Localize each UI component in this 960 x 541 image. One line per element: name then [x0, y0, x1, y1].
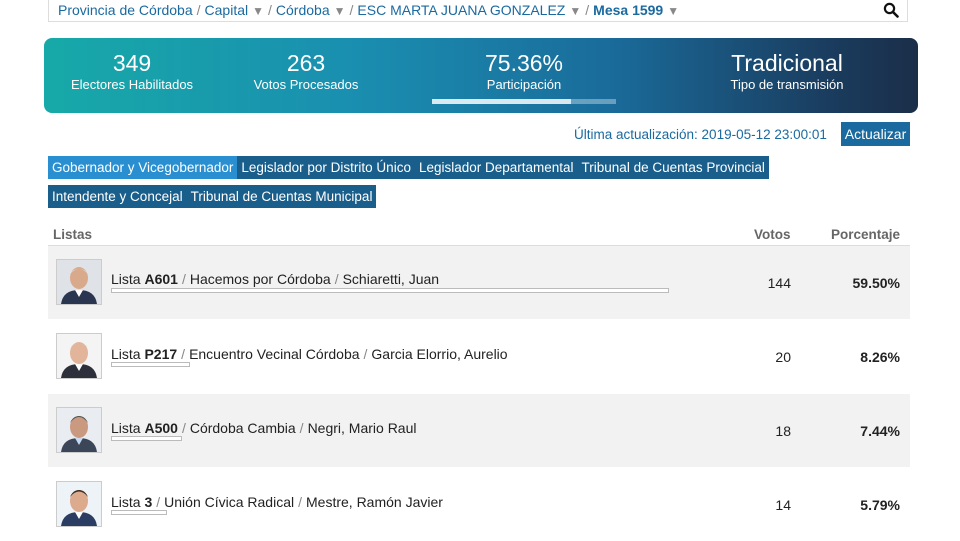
breadcrumb-separator: /: [349, 2, 354, 18]
breadcrumb-province[interactable]: Provincia de Córdoba: [58, 2, 193, 18]
list-prefix: Lista: [111, 271, 141, 287]
tab-tribunal-municipal[interactable]: Tribunal de Cuentas Municipal: [186, 185, 377, 208]
participacion-progress: [432, 99, 616, 104]
candidate-name: Garcia Elorrio, Aurelio: [371, 346, 508, 362]
breadcrumb-section[interactable]: Capital: [205, 2, 249, 18]
candidate-name: Schiaretti, Juan: [342, 271, 440, 287]
votes-count: 20: [775, 349, 791, 365]
electores-stat: 349 Electores Habilitados: [66, 50, 198, 93]
chevron-down-icon[interactable]: ▼: [667, 4, 679, 18]
tab-row: Gobernador y Vicegobernador Legislador p…: [48, 156, 788, 185]
header-listas: Listas: [53, 227, 93, 242]
candidate-photo: [56, 259, 102, 305]
tab-row: Intendente y Concejal Tribunal de Cuenta…: [48, 185, 788, 214]
tab-gobernador[interactable]: Gobernador y Vicegobernador: [48, 156, 238, 179]
chevron-down-icon[interactable]: ▼: [252, 4, 264, 18]
breadcrumb-circuit[interactable]: Córdoba: [276, 2, 330, 18]
vote-share-bar: [111, 436, 182, 441]
participacion-stat: 75.36% Participación: [454, 50, 594, 93]
electores-label: Electores Habilitados: [70, 77, 194, 92]
participacion-progress-fill: [432, 99, 571, 104]
participacion-value: 75.36%: [484, 50, 563, 76]
breadcrumb-mesa[interactable]: Mesa 1599: [593, 2, 663, 18]
list-label: Lista P217/Encuentro Vecinal Córdoba / Gar…: [111, 346, 508, 362]
tab-legislador-distrito[interactable]: Legislador por Distrito Único: [237, 156, 415, 179]
vote-share-bar: [111, 362, 190, 367]
table-row: Lista A500/Córdoba Cambia / Negri, Mario R…: [48, 394, 910, 467]
list-code: P217: [144, 346, 178, 362]
list-prefix: Lista: [111, 420, 141, 436]
votes-count: 14: [775, 497, 791, 513]
party-name: Unión Cívica Radical: [164, 494, 295, 510]
party-name: Hacemos por Córdoba: [189, 271, 331, 287]
table-row: Lista A601/Hacemos por Córdoba / Schiarett…: [48, 246, 910, 319]
list-prefix: Lista: [111, 346, 141, 362]
candidate-photo: [56, 481, 102, 527]
list-code: A601: [144, 271, 178, 287]
tab-tribunal-provincial[interactable]: Tribunal de Cuentas Provincial: [577, 156, 769, 179]
votos-label: Votos Procesados: [253, 77, 359, 92]
votos-value: 263: [286, 50, 326, 76]
list-code: A500: [144, 420, 178, 436]
candidate-name: Mestre, Ramón Javier: [306, 494, 443, 510]
votos-stat: 263 Votos Procesados: [244, 50, 368, 93]
vote-share-bar: [111, 288, 669, 293]
list-label: Lista A500/Córdoba Cambia / Negri, Mario R…: [111, 420, 417, 436]
party-name: Córdoba Cambia: [189, 420, 296, 436]
table-row: Lista P217/Encuentro Vecinal Córdoba / Gar…: [48, 320, 910, 393]
transmision-stat: Tradicional Tipo de transmisión: [712, 50, 862, 93]
breadcrumb: Provincia de Córdoba / Capital ▼ / Córdoba ▼ / E…: [58, 2, 679, 18]
list-prefix: Lista: [111, 494, 141, 510]
transmision-value: Tradicional: [731, 50, 843, 76]
tab-intendente[interactable]: Intendente y Concejal: [48, 185, 187, 208]
breadcrumb-school[interactable]: ESC MARTA JUANA GONZALEZ: [357, 2, 565, 18]
vote-percent: 7.44%: [860, 423, 900, 439]
header-votos: Votos: [754, 227, 791, 242]
chevron-down-icon[interactable]: ▼: [569, 4, 581, 18]
breadcrumb-bar: Provincia de Córdoba / Capital ▼ / Córdoba ▼ / E…: [48, 0, 908, 22]
list-label: Lista 3/Unión Cívica Radical / Mestre, Ram…: [111, 494, 443, 510]
election-tabs: Gobernador y Vicegobernador Legislador p…: [48, 156, 788, 214]
list-label: Lista A601/Hacemos por Córdoba / Schiarett…: [111, 271, 440, 287]
tab-legislador-departamental[interactable]: Legislador Departamental: [414, 156, 578, 179]
search-icon[interactable]: [883, 2, 899, 18]
candidate-name: Negri, Mario Raul: [307, 420, 417, 436]
vote-percent: 5.79%: [860, 497, 900, 513]
candidate-photo: [56, 333, 102, 379]
vote-share-bar: [111, 510, 167, 515]
chevron-down-icon[interactable]: ▼: [334, 4, 346, 18]
breadcrumb-separator: /: [268, 2, 272, 18]
breadcrumb-separator: /: [196, 2, 201, 18]
vote-percent: 8.26%: [860, 349, 900, 365]
party-name: Encuentro Vecinal Córdoba: [189, 346, 360, 362]
electores-value: 349: [112, 50, 152, 76]
last-update-text: Última actualización: 2019-05-12 23:00:0…: [574, 127, 827, 142]
update-button[interactable]: Actualizar: [841, 122, 910, 146]
summary-banner: 349 Electores Habilitados 263 Votos Proc…: [44, 38, 918, 113]
breadcrumb-separator: /: [585, 2, 590, 18]
votes-count: 144: [767, 275, 791, 291]
vote-percent: 59.50%: [852, 275, 900, 291]
candidate-photo: [56, 407, 102, 453]
votes-count: 18: [775, 423, 791, 439]
header-porcentaje: Porcentaje: [831, 227, 901, 242]
participacion-label: Participación: [486, 77, 562, 92]
list-code: 3: [144, 494, 153, 510]
transmision-label: Tipo de transmisión: [730, 77, 844, 92]
table-row: Lista 3/Unión Cívica Radical / Mestre, Ram…: [48, 468, 910, 541]
